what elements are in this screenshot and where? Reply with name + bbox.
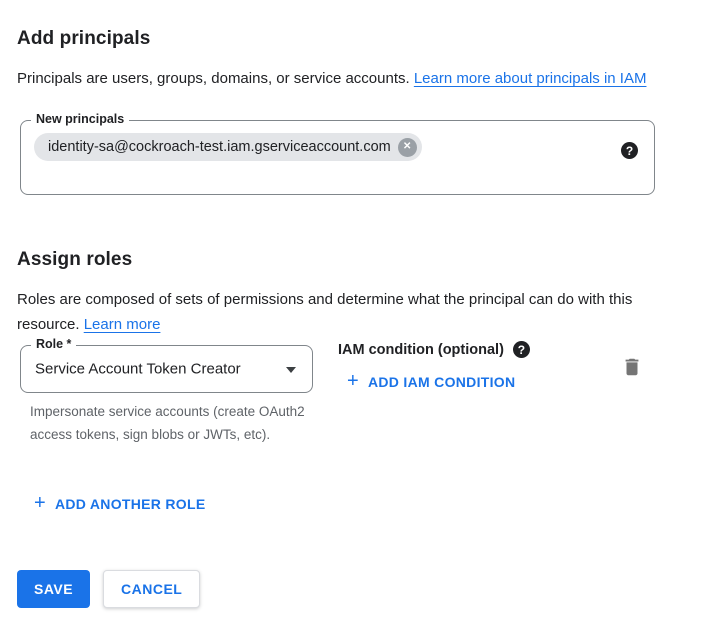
role-select-label: Role * <box>31 337 76 351</box>
principals-description: Principals are users, groups, domains, o… <box>17 66 667 91</box>
iam-condition-help-icon[interactable]: ? <box>513 341 530 358</box>
principal-chip-text: identity-sa@cockroach-test.iam.gservicea… <box>48 139 391 155</box>
role-select[interactable]: Role * Service Account Token Creator <box>20 345 313 393</box>
cancel-button[interactable]: CANCEL <box>103 570 200 608</box>
save-button[interactable]: SAVE <box>17 570 90 608</box>
plus-icon: + <box>34 493 46 513</box>
new-principals-field[interactable]: New principals identity-sa@cockroach-tes… <box>20 120 655 195</box>
trash-icon <box>621 356 643 378</box>
chevron-down-icon <box>286 367 296 373</box>
iam-condition-label: IAM condition (optional) <box>338 342 504 358</box>
principals-description-text: Principals are users, groups, domains, o… <box>17 70 414 87</box>
principal-chip: identity-sa@cockroach-test.iam.gservicea… <box>34 133 422 161</box>
principals-help-icon[interactable]: ? <box>621 142 638 159</box>
role-select-value: Service Account Token Creator <box>35 361 241 378</box>
role-helper-text: Impersonate service accounts (create OAu… <box>30 400 320 446</box>
new-principals-label: New principals <box>31 112 129 126</box>
delete-role-button[interactable] <box>619 355 645 381</box>
roles-description: Roles are composed of sets of permission… <box>17 287 667 337</box>
learn-more-principals-link[interactable]: Learn more about principals in IAM <box>414 70 647 87</box>
assign-roles-title: Assign roles <box>17 249 132 271</box>
page-title: Add principals <box>17 28 150 50</box>
plus-icon: + <box>347 371 359 391</box>
add-iam-condition-label: ADD IAM CONDITION <box>368 374 515 390</box>
add-another-role-label: ADD ANOTHER ROLE <box>55 496 206 512</box>
learn-more-roles-link[interactable]: Learn more <box>84 316 161 333</box>
iam-condition-header: IAM condition (optional) ? <box>338 341 530 358</box>
add-principals-panel: Add principals Principals are users, gro… <box>0 0 713 629</box>
add-iam-condition-button[interactable]: + ADD IAM CONDITION <box>347 372 515 392</box>
remove-principal-icon[interactable]: ✕ <box>398 138 417 157</box>
add-another-role-button[interactable]: + ADD ANOTHER ROLE <box>34 494 206 514</box>
